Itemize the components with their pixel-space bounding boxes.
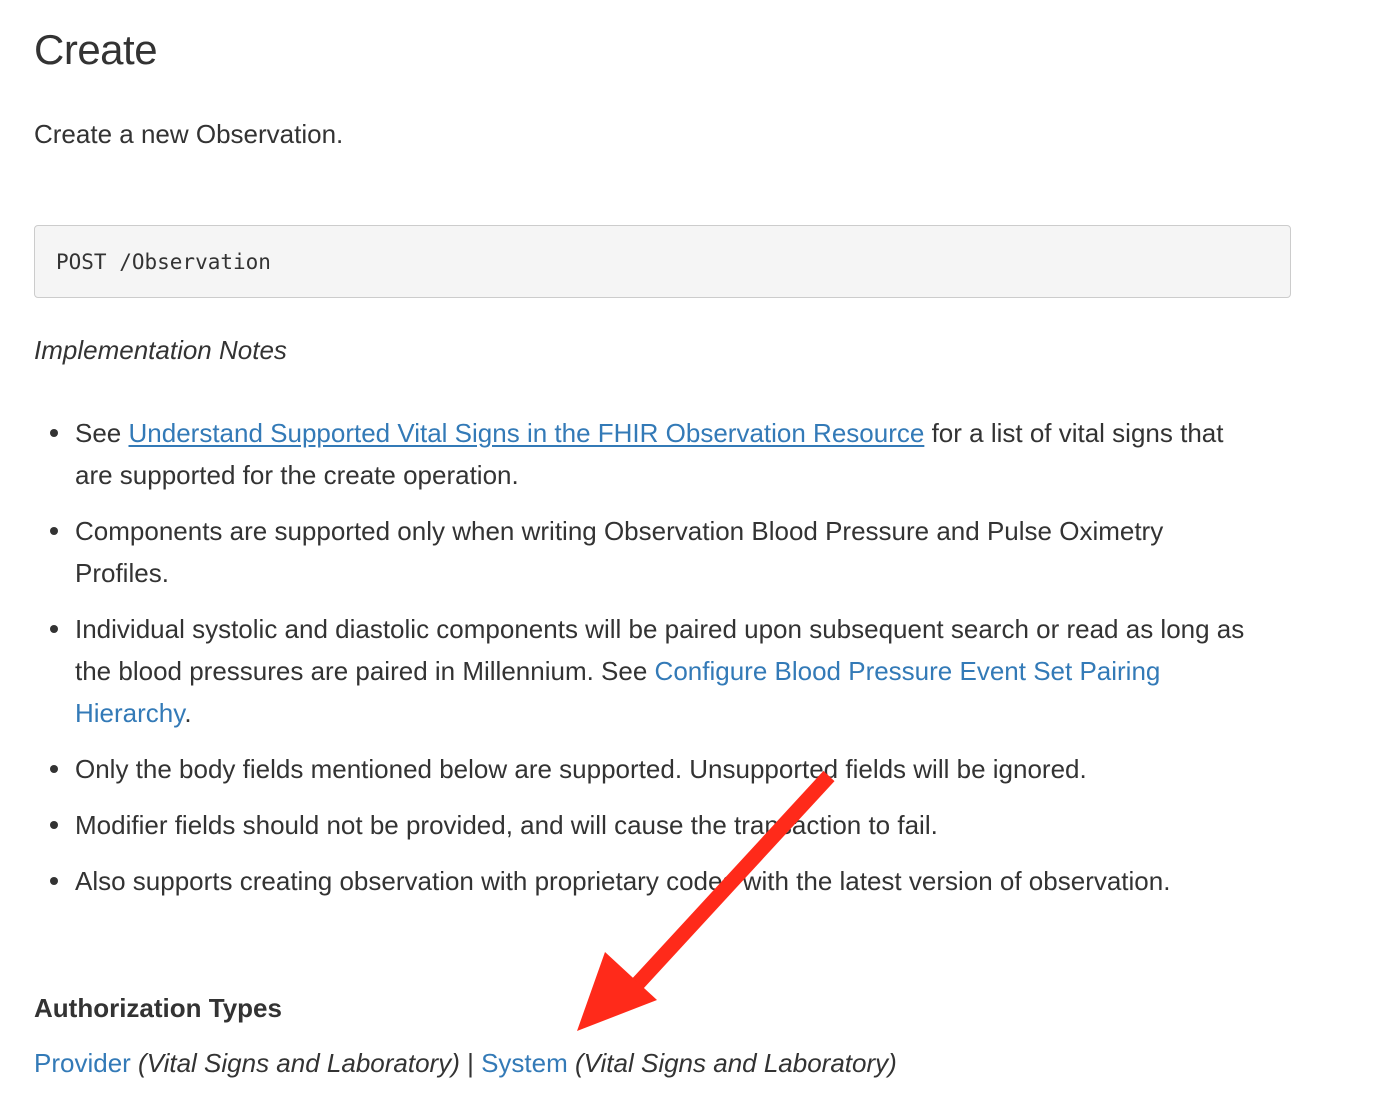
arrow-head (577, 952, 657, 1031)
page-intro: Create a new Observation. (34, 119, 344, 149)
note-text: Also supports creating observation with … (75, 866, 1171, 896)
implementation-notes-list: See Understand Supported Vital Signs in … (34, 412, 1264, 916)
authorization-types-line: Provider (Vital Signs and Laboratory) | … (34, 1044, 897, 1082)
separator: | (459, 1048, 482, 1078)
list-item: Only the body fields mentioned below are… (34, 748, 1264, 790)
bullet-icon (50, 765, 58, 773)
authorization-types-heading: Authorization Types (34, 993, 282, 1023)
provider-note: (Vital Signs and Laboratory) (130, 1048, 460, 1078)
list-item: Individual systolic and diastolic compon… (34, 608, 1264, 734)
endpoint-code: POST /Observation (56, 249, 271, 274)
implementation-notes-heading: Implementation Notes (34, 335, 287, 365)
bullet-icon (50, 877, 58, 885)
bullet-icon (50, 625, 58, 633)
note-text: Only the body fields mentioned below are… (75, 754, 1087, 784)
bullet-icon (50, 429, 58, 437)
bullet-icon (50, 821, 58, 829)
page-title: Create (34, 26, 158, 73)
vital-signs-link[interactable]: Understand Supported Vital Signs in the … (129, 418, 925, 448)
list-item: See Understand Supported Vital Signs in … (34, 412, 1264, 496)
note-text-suffix: . (184, 698, 192, 728)
endpoint-code-block: POST /Observation (34, 225, 1291, 298)
list-item: Also supports creating observation with … (34, 860, 1264, 902)
note-text-prefix: See (75, 418, 129, 448)
list-item: Modifier fields should not be provided, … (34, 804, 1264, 846)
provider-link[interactable]: Provider (34, 1048, 131, 1078)
system-note: (Vital Signs and Laboratory) (567, 1048, 897, 1078)
note-text: Components are supported only when writi… (75, 516, 1164, 588)
bullet-icon (50, 527, 58, 535)
note-text: Modifier fields should not be provided, … (75, 810, 938, 840)
list-item: Components are supported only when writi… (34, 510, 1264, 594)
system-link[interactable]: System (481, 1048, 568, 1078)
